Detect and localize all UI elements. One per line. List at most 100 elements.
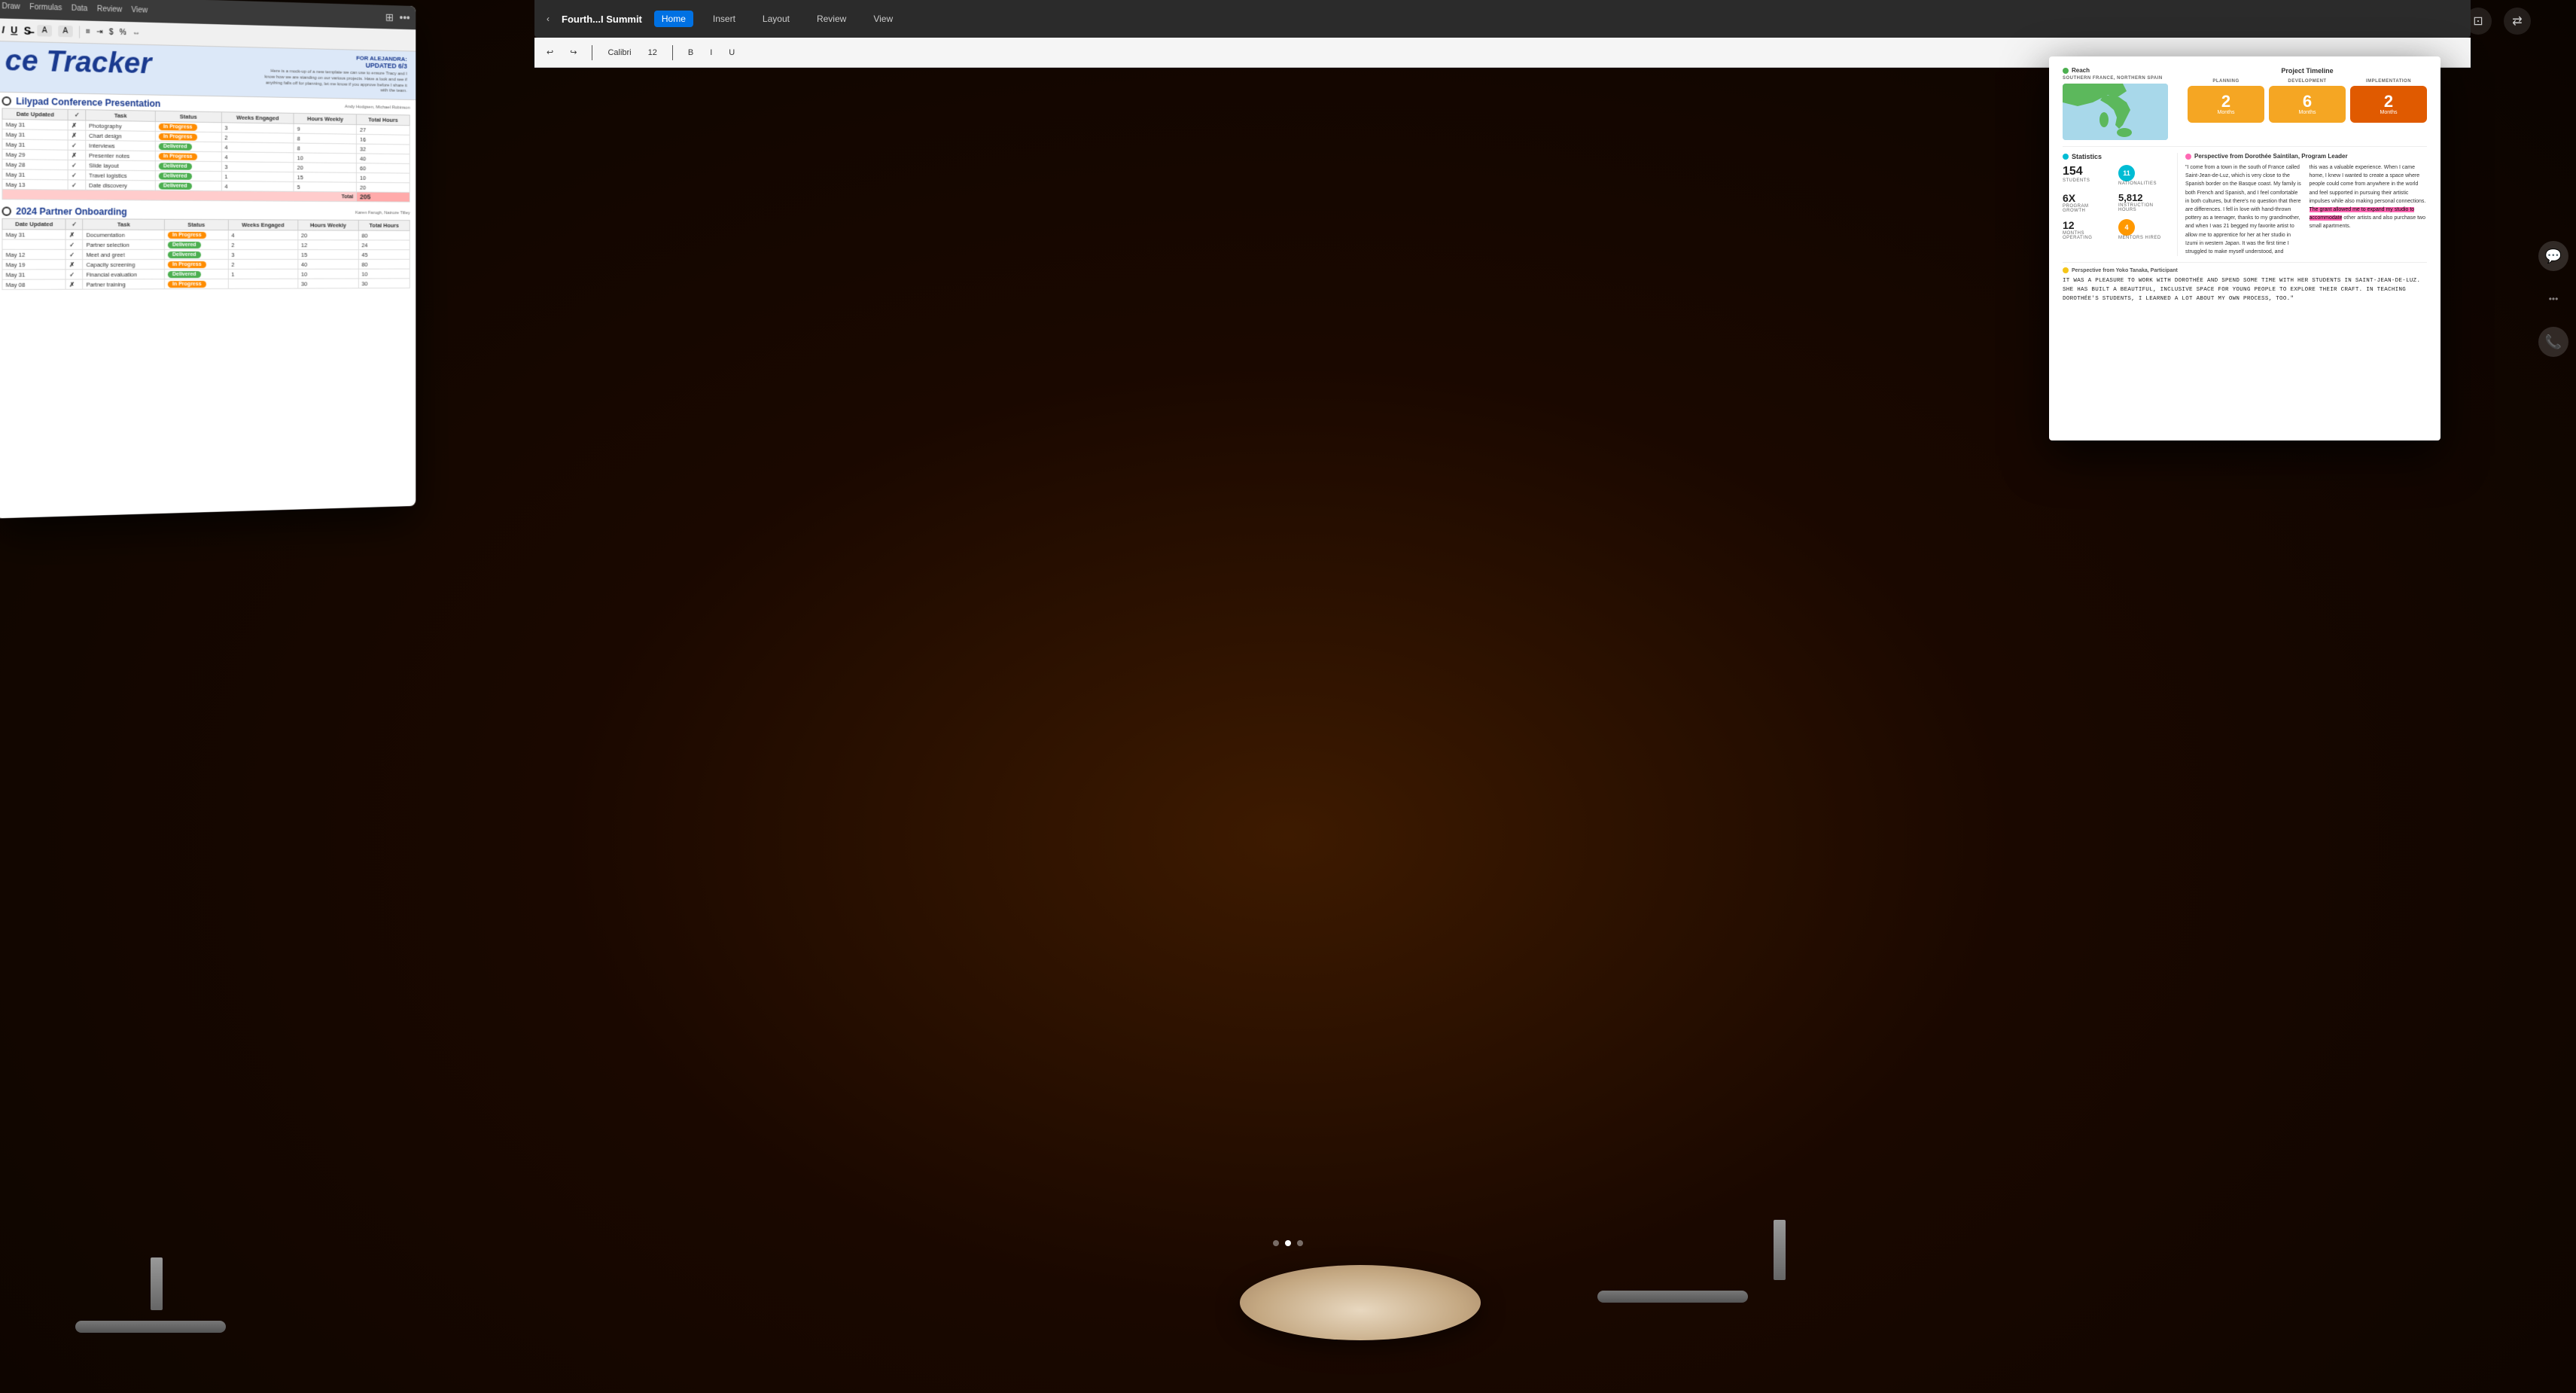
section2-block: 2024 Partner Onboarding Karen Farugh, Na… [0, 203, 416, 293]
cell-check: ✗ [68, 130, 85, 141]
bold-button[interactable]: B [684, 47, 698, 59]
stat-nationalities: 11 NATIONALITIES [2118, 165, 2168, 186]
cell-weeks: 2 [228, 240, 298, 250]
ribbon-tab-data[interactable]: Data [72, 4, 88, 13]
cell-task: Documentation [83, 230, 165, 239]
ribbon-tab-review[interactable]: Review [97, 5, 122, 14]
section2-coordinators: Karen Farugh, Nairoze Tilley [355, 211, 410, 215]
s2-col-total: Total Hours [358, 221, 410, 231]
right-screen-base [1597, 1291, 1748, 1303]
cell-date: May 13 [2, 179, 69, 190]
cell-hw: 20 [294, 163, 356, 173]
back-button[interactable]: ‹ [547, 14, 550, 24]
ribbon-tab-draw[interactable]: Draw [2, 2, 20, 11]
tab-home[interactable]: Home [654, 11, 693, 27]
tab-layout[interactable]: Layout [755, 11, 797, 27]
redo-button[interactable]: ↪ [565, 46, 581, 59]
dots-icon: ••• [2538, 294, 2568, 304]
cell-hw: 12 [298, 240, 358, 250]
cell-task: Chart design [86, 130, 156, 141]
separator2 [672, 45, 673, 60]
reach-region: SOUTHERN FRANCE, NORTHERN SPAIN [2063, 76, 2176, 81]
cell-check: ✓ [68, 180, 85, 190]
cell-total: 16 [357, 134, 410, 145]
ribbon-tab-formulas[interactable]: Formulas [29, 3, 62, 12]
cell-task: Photography [86, 120, 156, 132]
page-dot-1[interactable] [1273, 1240, 1279, 1246]
cell-task: Partner selection [83, 239, 165, 249]
table-row: ✓ Partner selection Delivered 2 12 24 [2, 239, 410, 250]
underline-button[interactable]: U [724, 47, 739, 59]
col-task: Task [86, 110, 156, 122]
cell-status: In Progress [155, 122, 221, 133]
col-date: Date Updated [2, 108, 69, 120]
ribbon-tab-view[interactable]: View [131, 5, 148, 14]
font-size[interactable]: 12 [644, 47, 662, 59]
cell-date: May 28 [2, 160, 69, 170]
cell-weeks: 4 [221, 152, 294, 163]
italic-button[interactable]: I [705, 47, 717, 59]
expand-btn[interactable]: ⇔ [132, 29, 140, 37]
page-dot-2[interactable] [1285, 1240, 1291, 1246]
tab-review[interactable]: Review [809, 11, 854, 27]
strikethrough-btn[interactable]: S̶ [24, 24, 32, 37]
cell-check: ✓ [68, 170, 85, 180]
section1-circle [2, 96, 11, 106]
tab-view[interactable]: View [866, 11, 900, 27]
options-icon[interactable]: ⊞ [385, 11, 394, 23]
cell-hw: 30 [298, 279, 358, 288]
right-screen-stand [1774, 1220, 1786, 1280]
cell-total: 80 [358, 230, 410, 240]
cell-hw: 5 [294, 182, 356, 193]
cell-hw: 15 [294, 172, 356, 183]
page-dot-3[interactable] [1297, 1240, 1303, 1246]
highlight-btn[interactable]: A [38, 25, 52, 37]
bowl [1240, 1265, 1481, 1340]
cell-task: Interviews [86, 140, 156, 151]
top-icons-bar: ⊡ ⇄ [2465, 8, 2531, 35]
s2-col-status: Status [164, 219, 227, 230]
phase-planning-card: 2 Months [2188, 86, 2264, 123]
phone-icon[interactable]: 📞 [2538, 327, 2568, 357]
cell-date: May 31 [2, 130, 69, 140]
section1-coordinators: Andy Hodgsen, Michael Robinson [345, 105, 410, 110]
stat-growth-label: PROGRAM GROWTH [2063, 204, 2112, 213]
chat-icon[interactable]: 💬 [2538, 241, 2568, 271]
col-total: Total Hours [357, 114, 410, 126]
underline-format-btn[interactable]: U [11, 25, 17, 36]
font-name[interactable]: Calibri [603, 47, 635, 59]
stat-hours: 5,812 INSTRUCTION HOURS [2118, 192, 2168, 213]
cell-weeks [228, 279, 298, 288]
table-row: May 19 ✗ Capacity screening In Progress … [2, 260, 410, 270]
cell-weeks: 4 [228, 230, 298, 240]
cell-status: Delivered [155, 171, 221, 181]
undo-button[interactable]: ↩ [542, 46, 558, 59]
stat-mentors-badge: 4 [2118, 219, 2135, 236]
currency-btn[interactable]: $ [109, 28, 114, 36]
cast-icon[interactable]: ⇄ [2504, 8, 2531, 35]
cell-total: 80 [358, 260, 410, 270]
align-btn[interactable]: ≡ [86, 28, 90, 36]
percent-btn[interactable]: % [120, 29, 126, 37]
document-window: Reach SOUTHERN FRANCE, NORTHERN SPAIN [2049, 56, 2441, 440]
cell-total: 24 [358, 240, 410, 250]
stat-months: 12 MONTHS OPERATING [2063, 219, 2112, 240]
cell-check: ✗ [65, 230, 82, 239]
spreadsheet-title-block: ce Tracker [5, 46, 152, 78]
left-screen-base [75, 1321, 226, 1333]
perspective1-title: Perspective from Dorothée Saintilan, Pro… [2194, 153, 2348, 160]
section1-title: Lilypad Conference Presentation [16, 96, 160, 109]
cell-weeks: 4 [221, 142, 294, 153]
color-btn[interactable]: A [58, 26, 72, 38]
italic-format-btn[interactable]: I [2, 24, 4, 35]
section2-title: 2024 Partner Onboarding [16, 206, 126, 218]
more-icon[interactable]: ••• [400, 11, 410, 24]
cell-status: In Progress [155, 151, 221, 162]
cell-total: 32 [357, 144, 410, 154]
phase-implementation-label: IMPLEMENTATION [2350, 79, 2427, 84]
cell-check: ✗ [68, 120, 85, 131]
cell-total: 30 [358, 279, 410, 288]
indent-btn[interactable]: ⇥ [96, 28, 103, 36]
perspective1-columns: "I come from a town in the south of Fran… [2185, 163, 2427, 256]
tab-insert[interactable]: Insert [705, 11, 743, 27]
